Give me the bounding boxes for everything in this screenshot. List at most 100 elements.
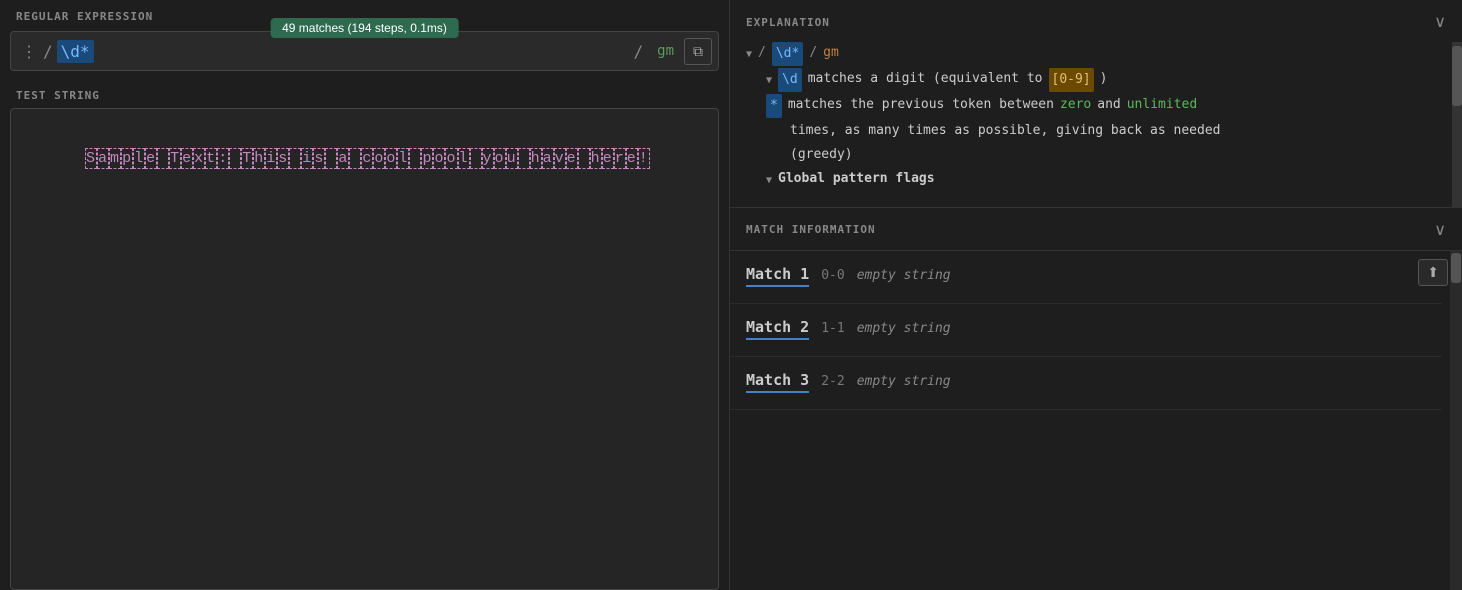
match-char: T	[169, 148, 181, 169]
match-char: T	[241, 148, 253, 169]
match-empty-2: empty string	[857, 321, 951, 336]
match-label-2: Match 2	[746, 318, 809, 340]
match-label-row-3: Match 3 2-2 empty string	[746, 371, 1426, 393]
match-char: x	[193, 148, 205, 169]
match-char: l	[458, 148, 470, 169]
match-char: e	[626, 148, 638, 169]
match-char: u	[506, 148, 518, 169]
triangle-icon-flags[interactable]: ▼	[766, 172, 772, 189]
export-button-area: ⬆	[1418, 259, 1448, 286]
match-char	[229, 148, 241, 169]
match-char: h	[530, 148, 542, 169]
match-badge: 49 matches (194 steps, 0.1ms)	[270, 18, 459, 38]
match-info-collapse-button[interactable]: ∨	[1434, 220, 1446, 240]
match-char: v	[554, 148, 566, 169]
match-char: o	[433, 148, 445, 169]
exp-regex-main: \d*	[772, 42, 803, 66]
match-empty-3: empty string	[857, 374, 951, 389]
regex-value[interactable]: \d*	[57, 40, 94, 63]
match-char: y	[482, 148, 494, 169]
exp-zero: zero	[1060, 94, 1091, 116]
match-char: p	[421, 148, 433, 169]
match-char: a	[337, 148, 349, 169]
match-char: m	[109, 148, 121, 169]
export-button[interactable]: ⬆	[1418, 259, 1448, 286]
match-char	[578, 148, 590, 169]
match-char: c	[361, 148, 373, 169]
exp-line-flags: ▼ Global pattern flags	[766, 168, 1446, 190]
exp-global-flags: Global pattern flags	[778, 168, 935, 190]
match-char: o	[385, 148, 397, 169]
match-char: i	[265, 148, 277, 169]
match-info-title: MATCH INFORMATION	[746, 223, 876, 236]
match-char: :	[217, 148, 229, 169]
match-char: h	[253, 148, 265, 169]
match-label-1: Match 1	[746, 265, 809, 287]
match-empty-1: empty string	[857, 268, 951, 283]
match-char: !	[638, 148, 650, 169]
test-string-content: Sample Text: This is a cool pool you hav…	[25, 123, 704, 195]
explanation-title: EXPLANATION	[746, 16, 830, 29]
match-position-2: 1-1	[821, 321, 844, 336]
match-char	[518, 148, 530, 169]
exp-line-greedy2: (greedy)	[790, 144, 1446, 166]
match-char: p	[121, 148, 133, 169]
exp-backslash-d: \d	[778, 68, 802, 92]
match-char: S	[85, 148, 97, 169]
match-char: r	[614, 148, 626, 169]
match-char: t	[205, 148, 217, 169]
match-char: a	[97, 148, 109, 169]
triangle-icon-digit[interactable]: ▼	[766, 72, 772, 89]
exp-star: *	[766, 94, 782, 118]
exp-unlimited: unlimited	[1127, 94, 1197, 116]
match-item-2: Match 2 1-1 empty string	[730, 304, 1442, 357]
match-char: h	[590, 148, 602, 169]
match-char: i	[301, 148, 313, 169]
match-char: o	[494, 148, 506, 169]
match-char	[409, 148, 421, 169]
left-panel: REGULAR EXPRESSION 49 matches (194 steps…	[0, 0, 730, 590]
match-position-1: 0-0	[821, 268, 844, 283]
match-label-row-1: Match 1 0-0 empty string	[746, 265, 1426, 287]
explanation-section: EXPLANATION ∨ ▼ / \d* / gm ▼ \d matches …	[730, 0, 1462, 208]
test-string-area[interactable]: Sample Text: This is a cool pool you hav…	[10, 108, 719, 590]
match-char	[349, 148, 361, 169]
regex-dots-icon[interactable]: ⋮	[11, 42, 43, 61]
match-char: o	[445, 148, 457, 169]
match-char	[289, 148, 301, 169]
match-char: e	[566, 148, 578, 169]
regex-input-area[interactable]: \d*	[57, 40, 634, 63]
match-info-section: MATCH INFORMATION ∨ Match 1 0-0 empty st…	[730, 208, 1462, 590]
match-scrollbar[interactable]	[1450, 251, 1462, 590]
regex-flags[interactable]: gm	[647, 43, 684, 59]
triangle-icon-main[interactable]: ▼	[746, 46, 752, 63]
explanation-body: ▼ / \d* / gm ▼ \d matches a digit (equiv…	[730, 42, 1462, 207]
match-char: o	[373, 148, 385, 169]
explanation-scrollbar[interactable]	[1452, 42, 1462, 207]
match-position-3: 2-2	[821, 374, 844, 389]
exp-line-star: * matches the previous token between zer…	[766, 94, 1446, 118]
explanation-header: EXPLANATION ∨	[730, 0, 1462, 42]
match-char: e	[145, 148, 157, 169]
match-char: e	[181, 148, 193, 169]
exp-line-digit: ▼ \d matches a digit (equivalent to [0-9…	[766, 68, 1446, 92]
exp-line-greedy1: times, as many times as possible, giving…	[790, 120, 1446, 142]
match-char: e	[602, 148, 614, 169]
test-string-title: TEST STRING	[0, 81, 729, 108]
exp-bracket: [0-9]	[1049, 68, 1094, 92]
match-char	[470, 148, 482, 169]
right-panel: EXPLANATION ∨ ▼ / \d* / gm ▼ \d matches …	[730, 0, 1462, 590]
match-char: a	[542, 148, 554, 169]
match-char	[325, 148, 337, 169]
explanation-scrollbar-thumb	[1452, 46, 1462, 106]
match-scrollbar-thumb	[1451, 253, 1461, 283]
regex-slash-close: /	[634, 42, 648, 61]
explanation-collapse-button[interactable]: ∨	[1434, 12, 1446, 32]
copy-button[interactable]: ⧉	[684, 38, 712, 65]
match-label-3: Match 3	[746, 371, 809, 393]
match-char: s	[313, 148, 325, 169]
match-char	[157, 148, 169, 169]
match-info-controls: ∨	[1434, 220, 1446, 240]
match-item-1: Match 1 0-0 empty string	[730, 251, 1442, 304]
match-item-3: Match 3 2-2 empty string	[730, 357, 1442, 410]
